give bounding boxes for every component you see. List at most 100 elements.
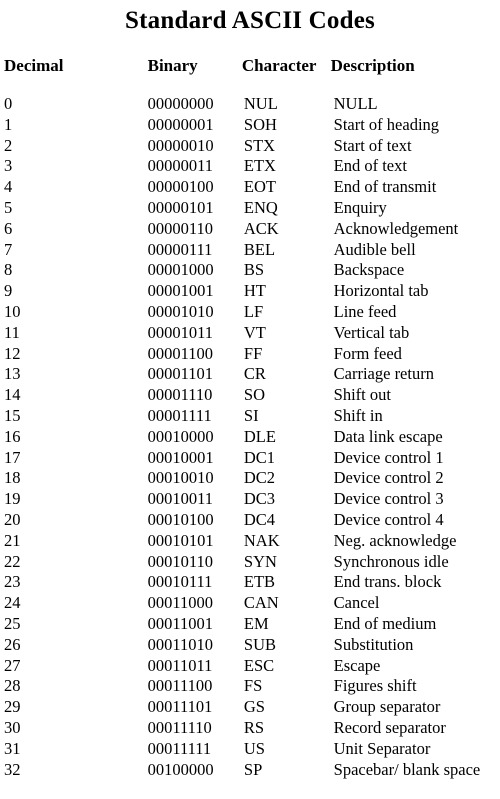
table-row: 15 00001111 SI Shift in bbox=[0, 406, 500, 427]
cell-character: SO bbox=[243, 385, 265, 405]
cell-decimal: 21 bbox=[4, 530, 21, 550]
cell-binary: 00000001 bbox=[147, 114, 214, 134]
cell-binary: 00011000 bbox=[147, 593, 214, 613]
cell-decimal: 30 bbox=[4, 717, 21, 737]
cell-character: EOT bbox=[243, 177, 276, 197]
table-row: 8 00001000 BS Backspace bbox=[0, 260, 500, 281]
cell-character: BS bbox=[243, 260, 265, 280]
cell-decimal: 18 bbox=[4, 468, 21, 488]
cell-decimal: 12 bbox=[4, 343, 21, 363]
table-row: 27 00011011 ESC Escape bbox=[0, 656, 500, 677]
cell-decimal: 10 bbox=[4, 301, 21, 321]
cell-character: NAK bbox=[243, 530, 280, 550]
cell-description: Data link escape bbox=[333, 426, 443, 446]
table-row: 9 00001001 HT Horizontal tab bbox=[0, 281, 500, 302]
cell-decimal: 7 bbox=[4, 239, 13, 259]
table-body: 0 00000000 NUL NULL 1 00000001 SOH Start of hea… bbox=[0, 94, 500, 780]
cell-character: STX bbox=[243, 135, 276, 155]
table-row: 31 00011111 US Unit Separator bbox=[0, 739, 500, 760]
table-row: 11 00001011 VT Vertical tab bbox=[0, 323, 500, 344]
cell-decimal: 31 bbox=[4, 738, 21, 758]
cell-character: US bbox=[243, 738, 265, 758]
cell-decimal: 13 bbox=[4, 364, 21, 384]
cell-binary: 00000011 bbox=[147, 156, 214, 176]
cell-description: End trans. block bbox=[333, 572, 442, 592]
cell-character: SOH bbox=[243, 114, 277, 134]
cell-binary: 00000111 bbox=[147, 239, 213, 259]
cell-decimal: 19 bbox=[4, 489, 21, 509]
cell-decimal: 3 bbox=[4, 156, 13, 176]
table-row: 29 00011101 GS Group separator bbox=[0, 697, 500, 718]
cell-description: Record separator bbox=[333, 717, 446, 737]
cell-character: DLE bbox=[243, 426, 276, 446]
cell-binary: 00001001 bbox=[147, 281, 214, 301]
cell-decimal: 25 bbox=[4, 613, 21, 633]
cell-description: Synchronous idle bbox=[333, 551, 449, 571]
table-row: 0 00000000 NUL NULL bbox=[0, 94, 500, 115]
cell-character: CAN bbox=[243, 593, 279, 613]
table-row: 26 00011010 SUB Substitution bbox=[0, 635, 500, 656]
ascii-codes-table: Decimal Binary Character Description 0 00… bbox=[0, 56, 500, 780]
cell-character: EM bbox=[243, 613, 269, 633]
cell-description: Neg. acknowledge bbox=[333, 530, 457, 550]
cell-binary: 00001100 bbox=[147, 343, 214, 363]
cell-description: Group separator bbox=[333, 697, 441, 717]
ascii-codes-page: Standard ASCII Codes Decimal Binary Char… bbox=[0, 0, 500, 799]
cell-character: SI bbox=[243, 405, 259, 425]
cell-decimal: 29 bbox=[4, 697, 21, 717]
table-header: Decimal Binary Character Description bbox=[0, 56, 500, 94]
cell-binary: 00000110 bbox=[147, 218, 214, 238]
cell-binary: 00011001 bbox=[147, 613, 214, 633]
table-row: 22 00010110 SYN Synchronous idle bbox=[0, 552, 500, 573]
table-row: 21 00010101 NAK Neg. acknowledge bbox=[0, 531, 500, 552]
cell-description: Device control 2 bbox=[333, 468, 444, 488]
cell-binary: 00010010 bbox=[147, 468, 214, 488]
table-row: 5 00000101 ENQ Enquiry bbox=[0, 198, 500, 219]
cell-binary: 00001000 bbox=[147, 260, 214, 280]
column-header-description: Description bbox=[330, 56, 415, 75]
cell-character: ETX bbox=[243, 156, 276, 176]
table-header-row: Decimal Binary Character Description bbox=[0, 56, 500, 94]
cell-character: HT bbox=[243, 281, 266, 301]
cell-decimal: 14 bbox=[4, 385, 21, 405]
cell-character: DC2 bbox=[243, 468, 276, 488]
cell-binary: 00000000 bbox=[147, 94, 214, 113]
table-row: 24 00011000 CAN Cancel bbox=[0, 593, 500, 614]
cell-description: Audible bell bbox=[333, 239, 416, 259]
cell-binary: 00011010 bbox=[147, 634, 214, 654]
cell-character: SYN bbox=[243, 551, 277, 571]
cell-decimal: 17 bbox=[4, 447, 21, 467]
cell-description: Carriage return bbox=[333, 364, 434, 384]
table-row: 14 00001110 SO Shift out bbox=[0, 385, 500, 406]
cell-binary: 00010000 bbox=[147, 426, 214, 446]
cell-description: Acknowledgement bbox=[333, 218, 459, 238]
cell-description: Start of text bbox=[333, 135, 412, 155]
cell-binary: 00010100 bbox=[147, 509, 214, 529]
column-header-binary: Binary bbox=[147, 56, 198, 75]
cell-binary: 00010101 bbox=[147, 530, 214, 550]
cell-description: Spacebar/ blank space bbox=[333, 759, 481, 779]
cell-decimal: 2 bbox=[4, 135, 13, 155]
table-row: 13 00001101 CR Carriage return bbox=[0, 364, 500, 385]
table-row: 20 00010100 DC4 Device control 4 bbox=[0, 510, 500, 531]
cell-decimal: 22 bbox=[4, 551, 21, 571]
cell-description: End of text bbox=[333, 156, 407, 176]
table-row: 30 00011110 RS Record separator bbox=[0, 718, 500, 739]
cell-decimal: 15 bbox=[4, 405, 21, 425]
cell-binary: 00000100 bbox=[147, 177, 214, 197]
cell-decimal: 0 bbox=[4, 94, 13, 113]
cell-description: Device control 3 bbox=[333, 489, 444, 509]
table-row: 2 00000010 STX Start of text bbox=[0, 136, 500, 157]
cell-description: NULL bbox=[333, 94, 378, 113]
cell-description: Horizontal tab bbox=[333, 281, 429, 301]
table-row: 18 00010010 DC2 Device control 2 bbox=[0, 468, 500, 489]
cell-character: NUL bbox=[243, 94, 278, 113]
table-row: 6 00000110 ACK Acknowledgement bbox=[0, 219, 500, 240]
cell-description: Escape bbox=[333, 655, 381, 675]
cell-character: DC1 bbox=[243, 447, 276, 467]
cell-character: VT bbox=[243, 322, 266, 342]
cell-description: Cancel bbox=[333, 593, 380, 613]
table-row: 10 00001010 LF Line feed bbox=[0, 302, 500, 323]
table-row: 4 00000100 EOT End of transmit bbox=[0, 177, 500, 198]
table-row: 19 00010011 DC3 Device control 3 bbox=[0, 489, 500, 510]
